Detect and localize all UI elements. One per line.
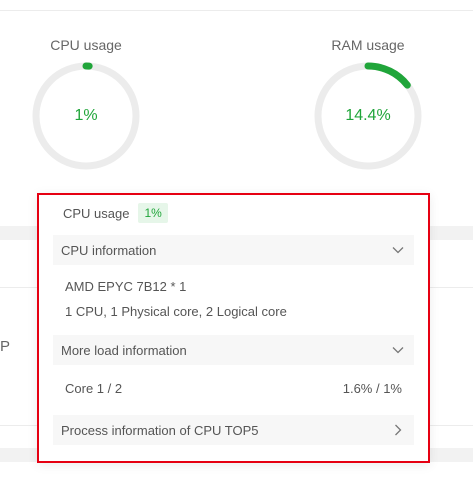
- cpu-information-header[interactable]: CPU information: [53, 235, 414, 265]
- cpu-top5-process-header[interactable]: Process information of CPU TOP5: [53, 415, 414, 445]
- ram-usage-value: 14.4%: [345, 107, 391, 124]
- cpu-usage-value: 1%: [74, 107, 98, 124]
- chevron-down-icon[interactable]: [392, 244, 404, 256]
- cpu-usage-ring: 1%: [31, 61, 141, 171]
- ram-usage-ring: 14.4%: [313, 61, 423, 171]
- load-information-header[interactable]: More load information: [53, 335, 414, 365]
- core-load-value: 1.6% / 1%: [342, 381, 402, 396]
- cpu-detail-popover: CPU usage 1% CPU information AMD EPYC 7B…: [37, 193, 430, 463]
- divider: [0, 10, 473, 11]
- load-information-title: More load information: [61, 342, 187, 358]
- dashboard-page: P CPU usage 1% RAM usage 14.4% CPU usage: [0, 0, 473, 493]
- cpu-usage-gauge[interactable]: CPU usage 1%: [31, 37, 141, 171]
- cpu-top5-process-title: Process information of CPU TOP5: [61, 422, 259, 438]
- core-load-row: Core 1 / 2 1.6% / 1%: [65, 381, 402, 396]
- ram-usage-title: RAM usage: [331, 37, 405, 53]
- cpu-usage-label: CPU usage: [63, 205, 130, 221]
- cpu-usage-title: CPU usage: [50, 37, 122, 53]
- core-load-label: Core 1 / 2: [65, 381, 123, 396]
- chevron-right-icon[interactable]: [392, 424, 404, 436]
- cpu-model: AMD EPYC 7B12 * 1: [65, 279, 187, 294]
- cpu-usage-badge: 1%: [138, 203, 168, 223]
- chevron-down-icon[interactable]: [392, 344, 404, 356]
- cpu-usage-summary: CPU usage 1%: [63, 201, 168, 225]
- ram-usage-gauge[interactable]: RAM usage 14.4%: [313, 37, 423, 171]
- background-row-text: P: [0, 338, 11, 355]
- cpu-information-title: CPU information: [61, 242, 157, 258]
- cpu-core-count: 1 CPU, 1 Physical core, 2 Logical core: [65, 304, 287, 319]
